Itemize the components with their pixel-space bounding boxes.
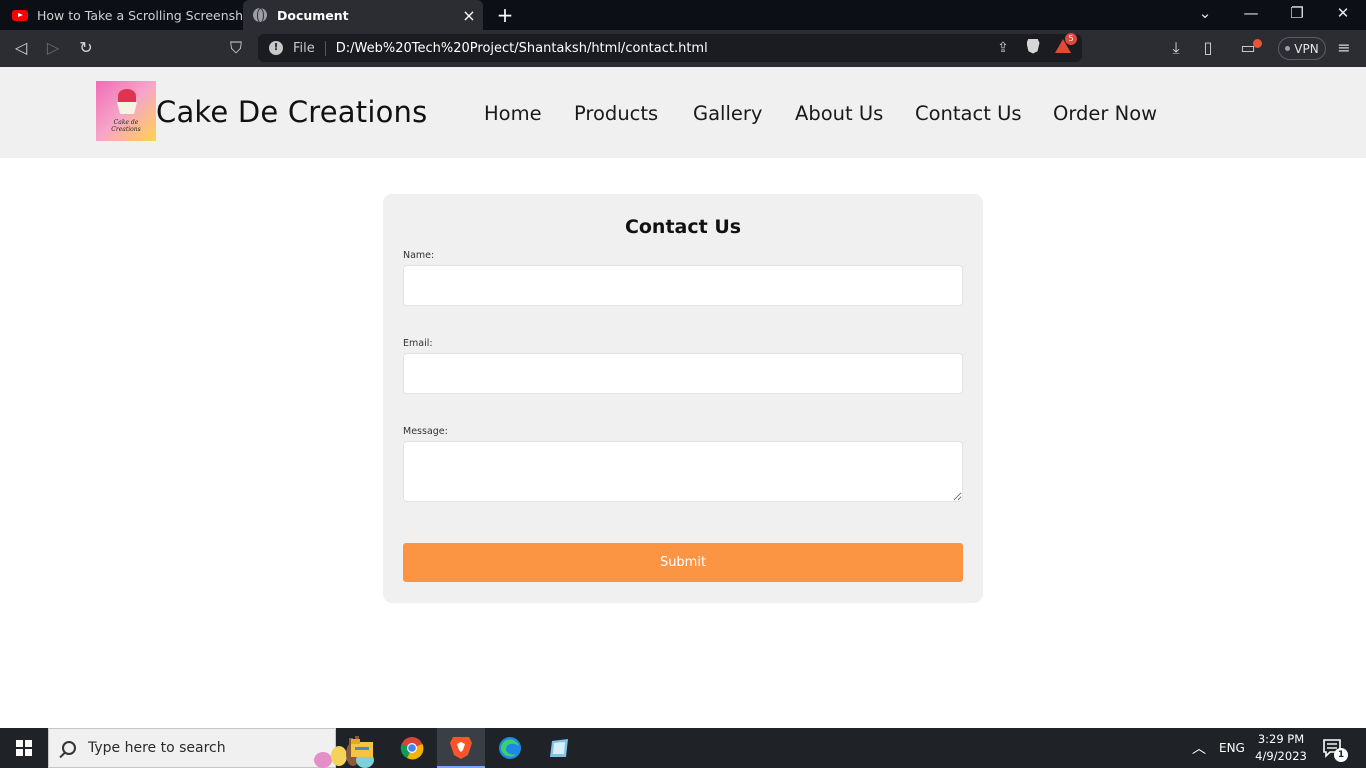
email-input[interactable] <box>403 353 963 394</box>
brave-icon[interactable] <box>437 728 485 768</box>
youtube-icon <box>12 9 28 21</box>
nav-gallery[interactable]: Gallery <box>693 102 762 125</box>
vpn-status-dot <box>1285 46 1291 51</box>
clock-date: 4/9/2023 <box>1255 749 1307 763</box>
tab-document[interactable]: Document × <box>243 0 483 30</box>
search-icon <box>62 741 76 755</box>
new-tab-button[interactable]: + <box>494 3 516 27</box>
nav-products[interactable]: Products <box>574 102 658 125</box>
info-icon[interactable]: ! <box>269 41 283 55</box>
bookmark-icon[interactable]: ⛉ <box>225 37 247 59</box>
name-input[interactable] <box>403 265 963 306</box>
vpn-button[interactable]: VPN <box>1278 37 1326 60</box>
form-title: Contact Us <box>624 216 742 238</box>
site-header: Cake de Creations Cake De Creations Home… <box>0 67 1366 158</box>
wallet-icon[interactable]: ▭ <box>1237 37 1262 59</box>
globe-icon <box>253 8 267 23</box>
email-label: Email: <box>403 338 433 349</box>
file-explorer-icon[interactable] <box>338 728 386 768</box>
close-tab-icon[interactable]: × <box>459 6 479 25</box>
address-bar[interactable]: ! File D:/Web%20Tech%20Project/Shantaksh… <box>258 33 1082 62</box>
logo-image[interactable]: Cake de Creations <box>96 81 156 141</box>
url-text[interactable]: D:/Web%20Tech%20Project/Shantaksh/html/c… <box>336 41 992 56</box>
tab-title: How to Take a Scrolling Screenshot in <box>37 7 243 23</box>
tab-title: Document <box>277 7 349 23</box>
minimize-button[interactable]: — <box>1236 4 1266 22</box>
taskbar-search[interactable]: Type here to search <box>48 728 374 768</box>
scheme-label: File <box>293 40 326 56</box>
submit-button[interactable]: Submit <box>403 543 963 582</box>
chrome-icon[interactable] <box>388 728 436 768</box>
message-label: Message: <box>403 426 448 437</box>
tray-chevron-icon[interactable]: ︿ <box>1192 728 1206 768</box>
name-label: Name: <box>403 250 435 261</box>
restore-button[interactable]: ❐ <box>1282 4 1312 22</box>
vpn-label: VPN <box>1294 41 1319 56</box>
brand-name[interactable]: Cake De Creations <box>156 95 427 129</box>
edge-icon[interactable] <box>486 728 534 768</box>
windows-logo-icon <box>16 740 32 756</box>
start-button[interactable] <box>0 728 48 768</box>
clock-time: 3:29 PM <box>1257 732 1305 746</box>
tab-youtube[interactable]: How to Take a Scrolling Screenshot in <box>0 0 243 30</box>
nav-order-now[interactable]: Order Now <box>1053 102 1157 125</box>
brave-rewards-icon[interactable]: 5 <box>1052 33 1077 57</box>
share-icon[interactable]: ⇪ <box>992 40 1014 56</box>
download-icon[interactable]: ⤓ <box>1165 37 1187 59</box>
forward-button[interactable]: ▷ <box>42 37 64 59</box>
taskbar-clock[interactable]: 3:29 PM 4/9/2023 <box>1252 731 1310 765</box>
sidebar-icon[interactable]: ▯ <box>1197 37 1219 59</box>
windows-taskbar: Type here to search ︿ ENG 3:29 PM 4/9/20… <box>0 728 1366 768</box>
nav-contact-us[interactable]: Contact Us <box>915 102 1022 125</box>
notepad-icon[interactable] <box>535 728 583 768</box>
nav-home[interactable]: Home <box>484 102 542 125</box>
search-placeholder: Type here to search <box>88 740 226 756</box>
notification-badge: 1 <box>1334 748 1348 762</box>
message-textarea[interactable] <box>403 441 963 502</box>
back-button[interactable]: ◁ <box>10 37 32 59</box>
close-window-button[interactable]: ✕ <box>1328 4 1358 22</box>
menu-icon[interactable]: ≡ <box>1333 37 1355 59</box>
rewards-badge: 5 <box>1065 33 1077 45</box>
tab-search-icon[interactable]: ⌄ <box>1190 4 1220 22</box>
language-indicator[interactable]: ENG <box>1219 728 1245 768</box>
contact-form-card: Contact Us Name: Email: Message: Submit <box>383 194 983 603</box>
nav-about-us[interactable]: About Us <box>795 102 883 125</box>
browser-tab-strip: How to Take a Scrolling Screenshot in Do… <box>0 0 1366 30</box>
browser-toolbar: ◁ ▷ ↻ ⛉ ! File D:/Web%20Tech%20Project/S… <box>0 30 1366 67</box>
reload-button[interactable]: ↻ <box>75 37 97 59</box>
brave-shields-icon[interactable] <box>1022 38 1044 58</box>
